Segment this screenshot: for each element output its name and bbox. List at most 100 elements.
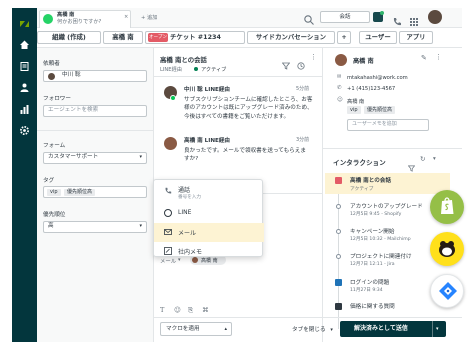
follower-search-input[interactable]: エージェントを検索 bbox=[43, 105, 147, 117]
requester-field[interactable]: 中川 聡 bbox=[43, 70, 147, 82]
chat-status-icon[interactable] bbox=[373, 11, 384, 22]
timeline-item[interactable]: アカウントのアップグレード 12月5日 9:45 - Shopify bbox=[325, 201, 425, 221]
user-notes-input[interactable]: ユーザーメモを追加 bbox=[347, 119, 429, 131]
submit-label: 解決済みとして送信 bbox=[354, 325, 408, 332]
refresh-icon[interactable]: ↻ bbox=[420, 155, 425, 163]
chevron-down-icon[interactable]: ▾ bbox=[436, 321, 439, 337]
views-icon[interactable] bbox=[19, 57, 30, 71]
close-tab-select[interactable]: タブを閉じる ▾ bbox=[292, 325, 333, 333]
timeline-item-sub: アクティブ bbox=[350, 187, 374, 192]
user-profile-panel: 高橋 南 ✎ ⋮ ✉ mtakahashi@work.com ✆ +1 (415… bbox=[323, 48, 462, 148]
tab-close-icon[interactable]: × bbox=[124, 14, 128, 21]
timeline-item[interactable]: ログインの問題 11月27日 9:34 bbox=[325, 277, 425, 297]
message-time: 3分前 bbox=[296, 137, 310, 143]
active-dot-icon bbox=[194, 67, 198, 71]
timeline-item-sub: 12月7日 12:11 - Jira bbox=[350, 262, 395, 267]
attachment-icon[interactable]: ⎘ bbox=[188, 306, 193, 315]
form-select[interactable]: カスタマーサポート ▾ bbox=[43, 152, 147, 164]
phone-icon[interactable] bbox=[392, 12, 402, 26]
close-tab-label: タブを閉じる bbox=[292, 327, 326, 333]
timeline-dot-icon bbox=[336, 204, 341, 209]
mailchimp-logo-icon bbox=[430, 232, 464, 266]
timeline-item-title: 高橋 南との会話 bbox=[350, 178, 392, 184]
tag-chip[interactable]: 優先順位高 bbox=[64, 189, 96, 196]
submit-solved-button[interactable]: 解決済みとして送信 ▾ bbox=[340, 321, 446, 337]
timeline-item[interactable]: キャンペーン開始 12月5日 10:32 - Mailchimp bbox=[325, 226, 425, 246]
settings-gear-icon[interactable] bbox=[19, 121, 30, 135]
message-text: サブスクリプションチームに確認したところ、お客様のアカウントは既にアップグレード… bbox=[184, 97, 313, 120]
requester-label: 依頼者 bbox=[43, 61, 60, 67]
more-options-icon[interactable]: ⋮ bbox=[310, 53, 317, 61]
filter-icon[interactable] bbox=[407, 157, 416, 172]
history-icon[interactable] bbox=[297, 55, 305, 70]
side-conversation-tab[interactable]: サイドカンバセーション bbox=[247, 31, 335, 44]
user-email[interactable]: mtakahashi@work.com bbox=[347, 75, 408, 81]
menu-item-internal-note[interactable]: 社内メモ bbox=[154, 242, 264, 261]
phone-icon bbox=[164, 187, 172, 195]
status-badge: オープン bbox=[148, 33, 168, 42]
user-phone[interactable]: +1 (415)123-4567 bbox=[347, 86, 395, 92]
more-options-icon[interactable]: ⋮ bbox=[435, 53, 442, 61]
priority-label: 優先順位 bbox=[43, 212, 66, 218]
timeline-dot-icon bbox=[336, 229, 341, 234]
apps-grid-icon[interactable] bbox=[409, 12, 419, 26]
agent-avatar[interactable] bbox=[428, 10, 442, 24]
ticket-context-bar: 組織 (作成) 高橋 南 オープン チケット #1234 サイドカンバセーション… bbox=[37, 31, 462, 46]
shopify-logo-icon bbox=[430, 190, 464, 224]
ticket-number: チケット #1234 bbox=[170, 33, 221, 41]
priority-select[interactable]: 高 ▾ bbox=[43, 221, 147, 233]
apps-tab[interactable]: アプリ bbox=[399, 31, 433, 44]
timeline-item-title: ログインの問題 bbox=[350, 280, 390, 286]
filter-icon[interactable] bbox=[281, 55, 291, 70]
tag-chip[interactable]: vip bbox=[47, 189, 61, 196]
conversation-via: LINE経由 bbox=[160, 67, 182, 73]
divider bbox=[154, 317, 462, 318]
search-icon[interactable] bbox=[303, 11, 315, 25]
timeline-item[interactable]: 価格に関する質問 bbox=[325, 301, 425, 315]
tag-chip[interactable]: vip bbox=[347, 106, 361, 114]
apply-macro-select[interactable]: マクロを適用 ▴ bbox=[160, 322, 232, 336]
home-icon[interactable] bbox=[19, 35, 30, 49]
org-breadcrumb[interactable]: 組織 (作成) bbox=[37, 31, 101, 44]
ticket-breadcrumb[interactable]: オープン チケット #1234 bbox=[145, 31, 245, 44]
menu-item-label: 通話 bbox=[178, 187, 191, 194]
tag-chip[interactable]: 優先順位高 bbox=[364, 106, 396, 114]
chevron-down-icon[interactable]: ▾ bbox=[433, 156, 436, 162]
interactions-title: インタラクション bbox=[333, 159, 386, 167]
timeline-item[interactable]: プロジェクトに関連付け 12月7日 12:11 - Jira bbox=[325, 251, 425, 271]
tab-title: 高橋 南 bbox=[57, 12, 75, 18]
users-tab[interactable]: ユーザー bbox=[359, 31, 397, 44]
user-tags-label: 高橋 南 bbox=[347, 99, 365, 105]
conversations-button[interactable]: 会話 bbox=[320, 11, 370, 23]
zendesk-logo-icon[interactable] bbox=[19, 14, 30, 27]
edit-icon[interactable]: ✎ bbox=[421, 54, 427, 62]
tags-label: タグ bbox=[43, 178, 55, 184]
user-breadcrumb[interactable]: 高橋 南 bbox=[103, 31, 143, 44]
conversation-tab[interactable]: 高橋 南 何かお困りですか? × bbox=[39, 10, 131, 28]
ticket-properties-panel: 依頼者 中川 聡 フォロワー エージェントを検索 フォーム カスタマーサポート … bbox=[37, 48, 153, 342]
chevron-down-icon: ▾ bbox=[139, 154, 142, 160]
message: 高橋 南 LINE経由 3分前 良かったです。メールで領収書を送ってもらえますか… bbox=[154, 131, 322, 181]
form-label: フォーム bbox=[43, 143, 66, 149]
emoji-icon[interactable]: ☺ bbox=[174, 306, 181, 314]
message-author: 高橋 南 LINE経由 bbox=[184, 138, 231, 144]
add-tab-button[interactable]: + 追加 bbox=[141, 14, 157, 21]
menu-item-sublabel: 番号を入力 bbox=[178, 195, 201, 200]
menu-item-label: LINE bbox=[178, 209, 192, 216]
menu-item-call[interactable]: 通話 番号を入力 bbox=[154, 182, 264, 204]
timeline-item-title: キャンペーン開始 bbox=[350, 229, 395, 235]
email-icon bbox=[164, 228, 172, 236]
add-side-conversation-button[interactable]: + bbox=[337, 31, 351, 44]
text-format-icon[interactable]: T bbox=[160, 306, 164, 314]
menu-item-line[interactable]: LINE bbox=[154, 204, 264, 223]
customers-icon[interactable] bbox=[19, 78, 30, 92]
user-name: 高橋 南 bbox=[353, 58, 374, 65]
requester-avatar bbox=[48, 73, 55, 80]
menu-item-email[interactable]: メール bbox=[154, 223, 264, 242]
reports-icon[interactable] bbox=[19, 100, 30, 114]
tags-field[interactable]: vip 優先順位高 bbox=[43, 186, 147, 198]
divider bbox=[37, 130, 153, 131]
link-icon[interactable]: ⌘ bbox=[202, 306, 209, 314]
customer-avatar bbox=[164, 137, 177, 150]
composer-toolbar: T ☺ ⎘ ⌘ bbox=[160, 306, 240, 316]
